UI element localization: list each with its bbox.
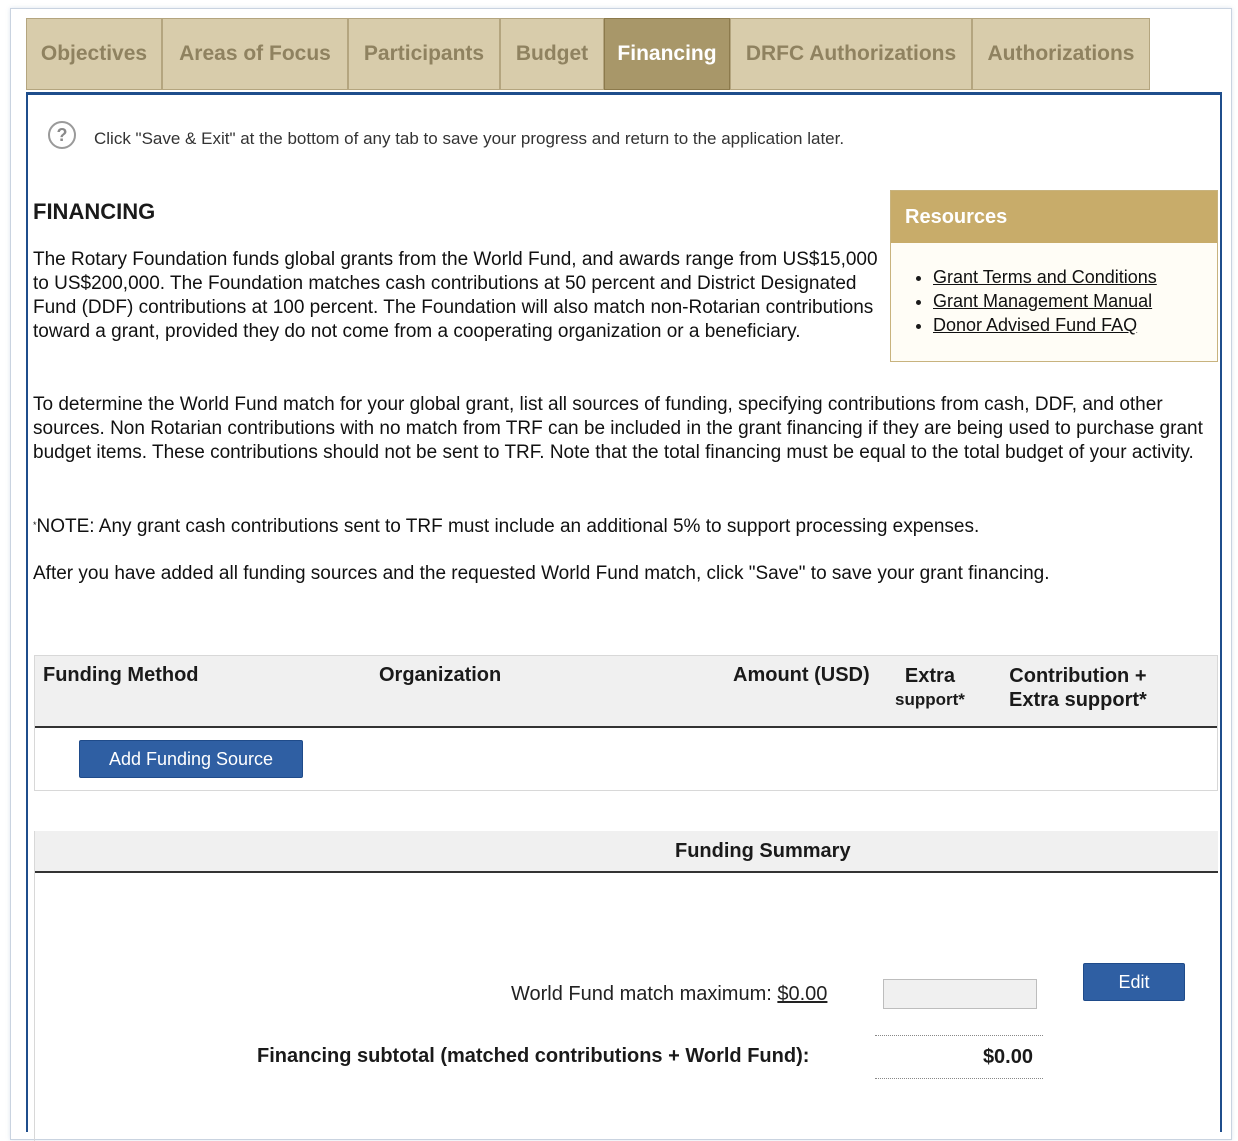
- tab-drfc-authorizations[interactable]: DRFC Authorizations: [730, 18, 972, 90]
- list-item: Grant Terms and Conditions: [933, 265, 1217, 289]
- donor-fund-faq-link[interactable]: Donor Advised Fund FAQ: [933, 315, 1137, 335]
- world-fund-max-link[interactable]: $0.00: [777, 983, 827, 1005]
- funding-summary: Funding Summary World Fund match maximum…: [34, 831, 1218, 1141]
- column-extra-line2: support*: [895, 690, 965, 709]
- tab-financing[interactable]: Financing: [604, 18, 730, 90]
- add-funding-source-button[interactable]: Add Funding Source: [79, 740, 303, 778]
- column-contribution-extra: Contribution + Extra support*: [1009, 664, 1147, 712]
- question-circle-icon: ?: [48, 121, 76, 149]
- resources-box: Resources Grant Terms and Conditions Gra…: [890, 190, 1218, 362]
- subtotal-label: Financing subtotal (matched contribution…: [257, 1045, 810, 1067]
- note-paragraph: *NOTE: Any grant cash contributions sent…: [33, 515, 1223, 539]
- resources-list: Grant Terms and Conditions Grant Managem…: [891, 265, 1217, 337]
- note-marker: *: [33, 520, 37, 530]
- column-organization: Organization: [379, 664, 502, 686]
- table-header: Funding Method Organization Amount (USD)…: [35, 656, 1217, 728]
- column-contrib-line2: Extra support*: [1009, 689, 1147, 711]
- world-fund-input[interactable]: [883, 979, 1037, 1009]
- world-fund-label-text: World Fund match maximum:: [511, 983, 772, 1005]
- funding-table: Funding Method Organization Amount (USD)…: [34, 655, 1218, 791]
- note-text: NOTE: Any grant cash contributions sent …: [36, 516, 980, 537]
- column-contrib-line1: Contribution +: [1009, 665, 1147, 687]
- column-amount: Amount (USD): [733, 664, 870, 686]
- grant-manual-link[interactable]: Grant Management Manual: [933, 291, 1152, 311]
- world-fund-label: World Fund match maximum: $0.00: [511, 983, 827, 1006]
- subtotal-box: $0.00: [875, 1035, 1043, 1079]
- summary-header: Funding Summary: [35, 831, 1218, 873]
- financing-panel: ? Click "Save & Exit" at the bottom of a…: [26, 92, 1223, 1141]
- tab-objectives[interactable]: Objectives: [26, 18, 162, 90]
- tab-budget[interactable]: Budget: [500, 18, 604, 90]
- column-extra-support: Extra support*: [895, 664, 965, 712]
- page-title: FINANCING: [33, 199, 156, 224]
- grant-terms-link[interactable]: Grant Terms and Conditions: [933, 267, 1157, 287]
- instructions-paragraph: To determine the World Fund match for yo…: [33, 394, 1203, 463]
- summary-title: Funding Summary: [675, 840, 851, 862]
- intro-paragraph: The Rotary Foundation funds global grant…: [33, 249, 878, 342]
- subtotal-value: $0.00: [982, 1046, 1033, 1068]
- list-item: Grant Management Manual: [933, 289, 1217, 313]
- save-instructions: After you have added all funding sources…: [33, 563, 1050, 584]
- column-funding-method: Funding Method: [43, 664, 199, 686]
- tab-authorizations[interactable]: Authorizations: [972, 18, 1150, 90]
- help-text: Click "Save & Exit" at the bottom of any…: [94, 129, 845, 148]
- column-extra-line1: Extra: [904, 665, 955, 687]
- resources-title: Resources: [891, 191, 1217, 243]
- list-item: Donor Advised Fund FAQ: [933, 313, 1217, 337]
- edit-button[interactable]: Edit: [1083, 963, 1185, 1001]
- tab-areas-of-focus[interactable]: Areas of Focus: [162, 18, 348, 90]
- tab-participants[interactable]: Participants: [348, 18, 500, 90]
